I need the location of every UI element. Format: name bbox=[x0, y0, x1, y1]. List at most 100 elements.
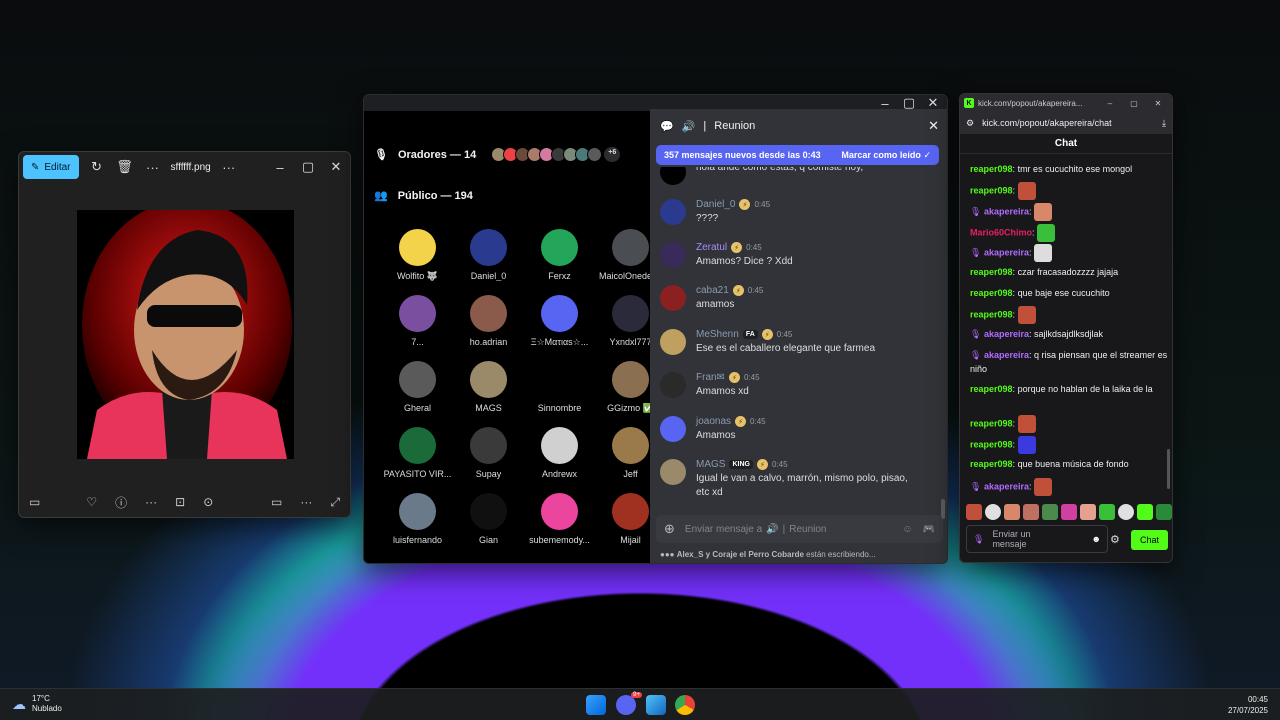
avatar[interactable] bbox=[541, 493, 578, 530]
avatar[interactable] bbox=[660, 285, 686, 311]
message-username[interactable]: MeShenn bbox=[696, 329, 739, 340]
audience-member[interactable]: subememody... bbox=[524, 493, 595, 559]
emote-icon[interactable] bbox=[1017, 415, 1036, 433]
avatar[interactable] bbox=[660, 372, 686, 398]
avatar[interactable] bbox=[660, 459, 686, 485]
avatar[interactable] bbox=[399, 427, 436, 464]
chat-message[interactable]: caba21 ⚡ 0:45 amamos bbox=[660, 285, 916, 312]
minimize-icon[interactable]: – bbox=[270, 157, 290, 177]
emote-button[interactable] bbox=[1156, 504, 1172, 520]
audience-member[interactable]: ho.adrian bbox=[453, 295, 524, 361]
more-icon[interactable]: ··· bbox=[143, 157, 163, 177]
chat-message[interactable]: Zeratul ⚡ 0:45 Amamos? Dice ? Xdd bbox=[660, 242, 916, 269]
speaker-avatars[interactable]: +6 bbox=[491, 147, 621, 162]
emote-button[interactable] bbox=[1137, 504, 1153, 520]
audience-member[interactable]: PAYASITO VIR... bbox=[382, 427, 453, 493]
message-username[interactable]: joaonas bbox=[696, 416, 731, 427]
avatar[interactable] bbox=[612, 295, 649, 332]
system-clock[interactable]: 00:45 27/07/2025 bbox=[1228, 694, 1268, 716]
chat-message[interactable]: Daniel_0 ⚡ 0:45???? bbox=[660, 199, 916, 226]
kick-username[interactable]: reaper098 bbox=[970, 418, 1013, 428]
kick-chat-message[interactable]: reaper098: que buena música de fondo bbox=[970, 457, 1168, 471]
kick-username[interactable]: reaper098 bbox=[970, 459, 1013, 469]
chat-message[interactable]: Fran✉ ⚡ 0:45 Amamos xd bbox=[660, 372, 916, 399]
download-icon[interactable]: ⤓ bbox=[1162, 118, 1166, 129]
avatar[interactable] bbox=[612, 229, 649, 266]
kick-chat-message[interactable]: reaper098: tmr es cucuchito ese mongol bbox=[970, 162, 1168, 176]
activity-icon[interactable]: 🎮 bbox=[923, 524, 935, 535]
speaker-avatar[interactable] bbox=[587, 147, 603, 162]
avatar[interactable] bbox=[399, 493, 436, 530]
emote-icon[interactable] bbox=[1037, 224, 1056, 242]
filmstrip-icon[interactable]: ▭ bbox=[29, 495, 40, 509]
fullscreen-icon[interactable]: ⤢ bbox=[330, 495, 340, 510]
avatar[interactable] bbox=[541, 229, 578, 266]
kick-username[interactable]: akapereira bbox=[984, 206, 1029, 216]
emote-button[interactable] bbox=[985, 504, 1001, 520]
audience-member[interactable]: Ξ☆Mατιαs☆... bbox=[524, 295, 595, 361]
emote-icon[interactable] bbox=[1017, 436, 1036, 454]
emote-button[interactable] bbox=[1042, 504, 1058, 520]
kick-username[interactable]: reaper098 bbox=[970, 288, 1013, 298]
emote-icon[interactable] bbox=[1017, 306, 1036, 324]
kick-chat-message[interactable]: reaper098: bbox=[970, 415, 1168, 433]
emote-button[interactable] bbox=[1004, 504, 1020, 520]
thread-icon[interactable]: 💬 bbox=[660, 120, 674, 133]
kick-settings-icon[interactable]: ⚙ bbox=[1110, 533, 1120, 546]
kick-chat-message[interactable]: reaper098: porque no hablan de la laika … bbox=[970, 382, 1168, 396]
close-icon[interactable]: ✕ bbox=[326, 157, 346, 177]
kick-emoji-icon[interactable]: ☻ bbox=[1092, 534, 1101, 544]
kick-username[interactable]: Mario60Chimo bbox=[970, 227, 1032, 237]
kick-username[interactable]: akapereira bbox=[984, 350, 1029, 360]
message-username[interactable]: Zeratul bbox=[696, 242, 727, 253]
avatar[interactable] bbox=[470, 427, 507, 464]
message-username[interactable]: MAGS bbox=[696, 459, 725, 470]
kick-chat-message[interactable]: reaper098: bbox=[970, 436, 1168, 454]
message-username[interactable]: caba21 bbox=[696, 285, 729, 296]
emote-icon[interactable] bbox=[1017, 182, 1036, 200]
info-icon[interactable]: ⓘ bbox=[115, 494, 127, 511]
kick-scrollbar-thumb[interactable] bbox=[1167, 449, 1170, 489]
audience-member[interactable]: Wolfito 🐺 bbox=[382, 229, 453, 295]
avatar[interactable] bbox=[470, 493, 507, 530]
audience-member[interactable]: Ferxz bbox=[524, 229, 595, 295]
avatar[interactable] bbox=[470, 361, 507, 398]
scrollbar-thumb[interactable] bbox=[941, 499, 945, 519]
kick-username[interactable]: reaper098 bbox=[970, 164, 1013, 174]
message-composer[interactable]: ⊕ Enviar mensaje a 🔊 | Reunion ☺ 🎮 bbox=[656, 515, 943, 543]
kick-chat-message[interactable]: 🎙 akapereira: bbox=[970, 478, 1168, 496]
new-messages-bar[interactable]: 357 mensajes nuevos desde las 0:43 Marca… bbox=[656, 145, 939, 165]
audience-member[interactable]: Gian bbox=[453, 493, 524, 559]
maximize-icon[interactable]: ▢ bbox=[298, 157, 318, 177]
audience-member[interactable]: Supay bbox=[453, 427, 524, 493]
kick-chat-message[interactable]: 🎙 akapereira: bbox=[970, 244, 1168, 262]
kick-chat-message[interactable]: reaper098: que baje ese cucuchito bbox=[970, 286, 1168, 300]
avatar[interactable] bbox=[470, 229, 507, 266]
start-button-icon[interactable] bbox=[586, 695, 606, 715]
delete-icon[interactable]: 🗑 bbox=[115, 157, 135, 177]
chat-message[interactable]: joaonas ⚡ 0:45 Amamos bbox=[660, 416, 916, 443]
audience-member[interactable]: Gheral bbox=[382, 361, 453, 427]
avatar[interactable] bbox=[612, 493, 649, 530]
emote-button[interactable] bbox=[1099, 504, 1115, 520]
chat-message[interactable]: hola ande como estas, q comiste hoy, bbox=[660, 167, 916, 185]
avatar[interactable] bbox=[612, 427, 649, 464]
speakers-more-count[interactable]: +6 bbox=[604, 147, 621, 162]
avatar[interactable] bbox=[660, 199, 686, 225]
kick-chat-message[interactable]: reaper098: bbox=[970, 182, 1168, 200]
close-chat-icon[interactable]: ✕ bbox=[928, 118, 939, 134]
emote-button[interactable] bbox=[1080, 504, 1096, 520]
kick-username[interactable]: akapereira bbox=[984, 329, 1029, 339]
title-more-icon[interactable]: ··· bbox=[219, 157, 239, 177]
kick-chat-message[interactable]: 🎙 akapereira: sajlkdsajdlksdjlak bbox=[970, 327, 1168, 341]
kick-username[interactable]: akapereira bbox=[984, 481, 1029, 491]
avatar[interactable] bbox=[660, 416, 686, 442]
kick-username[interactable]: reaper098 bbox=[970, 267, 1013, 277]
discord-taskbar-icon[interactable]: 9+ bbox=[616, 692, 642, 715]
audience-member[interactable]: luisfernando bbox=[382, 493, 453, 559]
audience-member[interactable]: Sinnombre bbox=[524, 361, 595, 427]
avatar[interactable] bbox=[541, 361, 578, 398]
audience-member[interactable]: Andrewx bbox=[524, 427, 595, 493]
photos-taskbar-icon[interactable] bbox=[646, 695, 666, 715]
weather-widget[interactable]: ☁ 17°C Nublado bbox=[12, 694, 62, 714]
